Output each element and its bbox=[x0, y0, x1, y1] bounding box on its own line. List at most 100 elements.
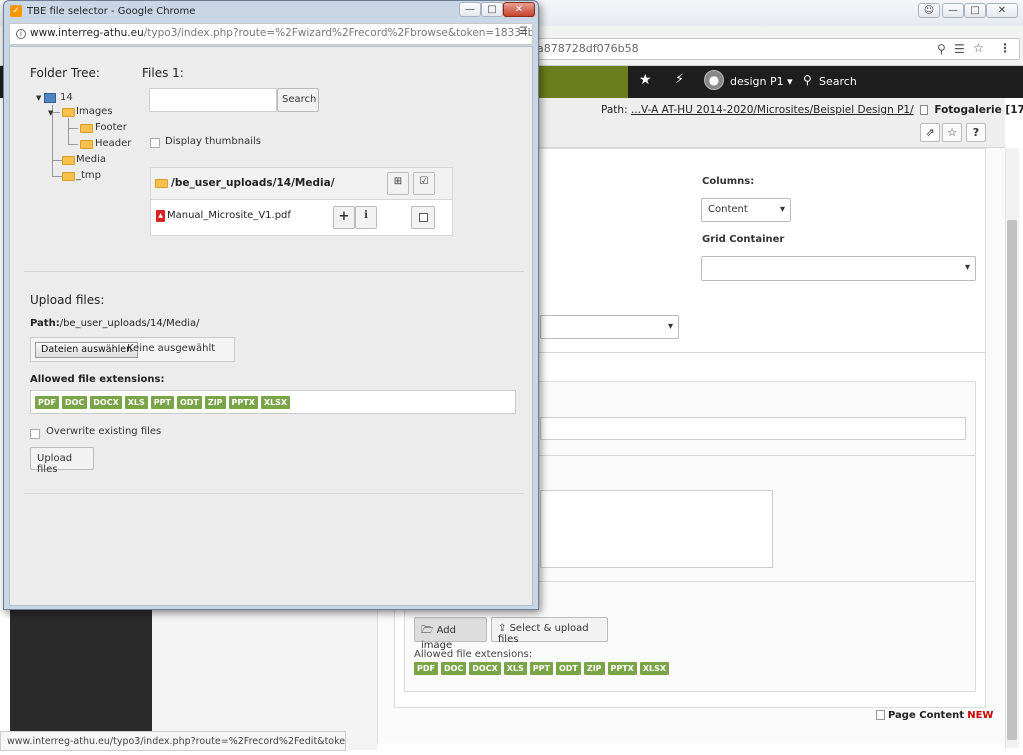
popup-url-host: www.interreg-athu.eu bbox=[30, 27, 144, 39]
popup-content: Folder Tree: ▼ 14 ▼ Images Footer Header… bbox=[9, 46, 533, 606]
folder-icon bbox=[80, 123, 93, 134]
file-search-button[interactable]: Search bbox=[277, 88, 319, 112]
extension-badge: ZIP bbox=[204, 396, 226, 409]
type-select[interactable]: ▾ bbox=[540, 315, 679, 339]
popup-maximize-button[interactable]: □ bbox=[481, 2, 503, 17]
file-name-link[interactable]: Manual_Microsite_V1.pdf bbox=[167, 210, 291, 221]
collapse-toggle-icon[interactable]: ▼ bbox=[36, 94, 41, 102]
storage-root-icon bbox=[44, 93, 56, 103]
files-title: Files 1: bbox=[142, 66, 184, 80]
extension-badge: PDF bbox=[35, 396, 59, 409]
tree-item-footer[interactable]: Footer bbox=[95, 122, 127, 133]
bookmark-icon[interactable]: ☆ bbox=[942, 123, 962, 142]
extension-badge: XLS bbox=[503, 662, 527, 675]
close-window-button[interactable]: ✕ bbox=[986, 3, 1018, 18]
chevron-down-icon: ▾ bbox=[667, 321, 673, 332]
file-select-checkbox-button[interactable] bbox=[411, 206, 435, 229]
folder-icon bbox=[62, 155, 75, 166]
header-input[interactable] bbox=[540, 417, 966, 440]
user-avatar[interactable]: ● bbox=[704, 70, 724, 90]
content-element-icon bbox=[876, 710, 885, 720]
page-content-label: Page Content bbox=[888, 710, 965, 721]
open-new-window-icon[interactable]: ⇗ bbox=[920, 123, 940, 142]
path-link[interactable]: ...V-A AT-HU 2014-2020/Microsites/Beispi… bbox=[631, 104, 914, 116]
tree-line bbox=[52, 160, 62, 161]
folder-icon bbox=[62, 107, 75, 118]
scrollbar-thumb[interactable] bbox=[1007, 220, 1017, 740]
flash-clear-cache-icon[interactable]: ⚡ bbox=[675, 72, 684, 87]
maximize-button[interactable]: □ bbox=[964, 3, 986, 18]
new-badge: NEW bbox=[967, 710, 994, 721]
upload-path: Path:/be_user_uploads/14/Media/ bbox=[30, 318, 200, 329]
tree-item-images[interactable]: Images bbox=[76, 106, 113, 117]
popup-close-button[interactable]: ✕ bbox=[503, 2, 535, 17]
columns-label: Columns: bbox=[702, 176, 755, 187]
extension-badge: DOCX bbox=[90, 396, 122, 409]
topbar-green-area bbox=[530, 66, 628, 98]
columns-select[interactable]: Content ▾ bbox=[701, 198, 791, 222]
add-image-button[interactable]: 🗁 Add image bbox=[414, 617, 487, 651]
minimize-button[interactable]: — bbox=[942, 3, 964, 18]
folder-icon bbox=[62, 171, 75, 182]
checkbox-icon bbox=[418, 213, 428, 222]
allowed-extensions-list: PDF DOC DOCX XLS PPT ODT ZIP PPTX XLSX bbox=[30, 390, 516, 414]
grid-container-label: Grid Container bbox=[702, 234, 785, 245]
tree-item-tmp[interactable]: _tmp bbox=[76, 170, 101, 181]
folder-tree-title: Folder Tree: bbox=[30, 66, 100, 80]
bookmarks-star-icon[interactable]: ★ bbox=[639, 72, 652, 88]
upload-files-button[interactable]: Upload files bbox=[30, 447, 94, 475]
key-icon[interactable]: ⚲ bbox=[937, 42, 946, 56]
upload-icon: ⇪ bbox=[498, 623, 507, 634]
extension-badge: DOC bbox=[61, 396, 88, 409]
upload-path-value: /be_user_uploads/14/Media/ bbox=[59, 318, 200, 329]
popup-titlebar: ✓ TBE file selector - Google Chrome — □ … bbox=[4, 1, 538, 22]
help-icon[interactable]: ? bbox=[966, 123, 986, 142]
popup-address-bar[interactable]: i www.interreg-athu.eu/typo3/index.php?ro… bbox=[9, 23, 533, 45]
collapse-toggle-icon[interactable]: ▼ bbox=[48, 109, 53, 117]
bookmark-star-icon[interactable]: ☆ bbox=[973, 41, 984, 55]
file-search-input[interactable] bbox=[149, 88, 277, 112]
main-url-field[interactable]: a878728df076b58 bbox=[530, 38, 1020, 60]
allowed-extensions-label: Allowed file extensions: bbox=[30, 374, 165, 385]
toggle-selection-icon[interactable]: ☑ bbox=[413, 172, 435, 195]
translate-icon[interactable]: ☰ bbox=[519, 26, 528, 37]
translate-icon[interactable]: ☰ bbox=[954, 42, 965, 56]
description-textarea[interactable] bbox=[540, 490, 773, 568]
divider bbox=[24, 271, 524, 272]
tree-item-media[interactable]: Media bbox=[76, 154, 106, 165]
module-menu-sidebar bbox=[10, 600, 152, 750]
main-url-text: a878728df076b58 bbox=[537, 42, 639, 55]
extension-badge: ZIP bbox=[583, 662, 605, 675]
select-upload-files-button[interactable]: ⇪ Select & upload files bbox=[491, 617, 608, 645]
grid-container-select[interactable]: ▾ bbox=[701, 256, 976, 281]
file-info-icon[interactable]: i bbox=[355, 206, 377, 229]
search-icon[interactable]: ⚲ bbox=[803, 73, 812, 87]
popup-title: TBE file selector - Google Chrome bbox=[27, 6, 196, 17]
popup-minimize-button[interactable]: — bbox=[459, 2, 481, 17]
choose-files-button[interactable]: Dateien auswählen bbox=[35, 342, 139, 358]
add-file-icon[interactable]: + bbox=[333, 206, 355, 229]
user-profile-button[interactable]: ☺ bbox=[918, 3, 940, 18]
extension-badge: PDF bbox=[414, 662, 438, 675]
tree-line bbox=[68, 118, 69, 145]
folder-open-icon: 🗁 bbox=[421, 625, 434, 636]
current-folder-path: /be_user_uploads/14/Media/ bbox=[171, 177, 335, 189]
divider bbox=[24, 493, 524, 494]
popup-url-path: /typo3/index.php?route=%2Fwizard%2Frecor… bbox=[143, 27, 533, 39]
topbar-search-button[interactable]: Search bbox=[819, 75, 857, 88]
tree-item-root[interactable]: 14 bbox=[60, 92, 73, 103]
status-bar: www.interreg-athu.eu/typo3/index.php?rou… bbox=[0, 731, 346, 751]
file-selector-popup: ✓ TBE file selector - Google Chrome — □ … bbox=[3, 0, 539, 610]
tree-item-header[interactable]: Header bbox=[95, 138, 131, 149]
extension-badge: ODT bbox=[555, 662, 581, 675]
import-selection-icon[interactable]: ⊞ bbox=[387, 172, 409, 195]
extension-badge: DOCX bbox=[469, 662, 501, 675]
user-menu-label[interactable]: design P1 ▾ bbox=[730, 75, 793, 88]
overwrite-files-checkbox[interactable] bbox=[30, 429, 40, 439]
upload-path-label: Path: bbox=[30, 318, 60, 329]
display-thumbnails-checkbox[interactable] bbox=[150, 138, 160, 148]
extension-badge: DOC bbox=[440, 662, 467, 675]
extension-badge: XLSX bbox=[260, 396, 291, 409]
chrome-menu-icon[interactable]: ⋮ bbox=[999, 41, 1011, 55]
overwrite-files-label: Overwrite existing files bbox=[46, 426, 162, 437]
